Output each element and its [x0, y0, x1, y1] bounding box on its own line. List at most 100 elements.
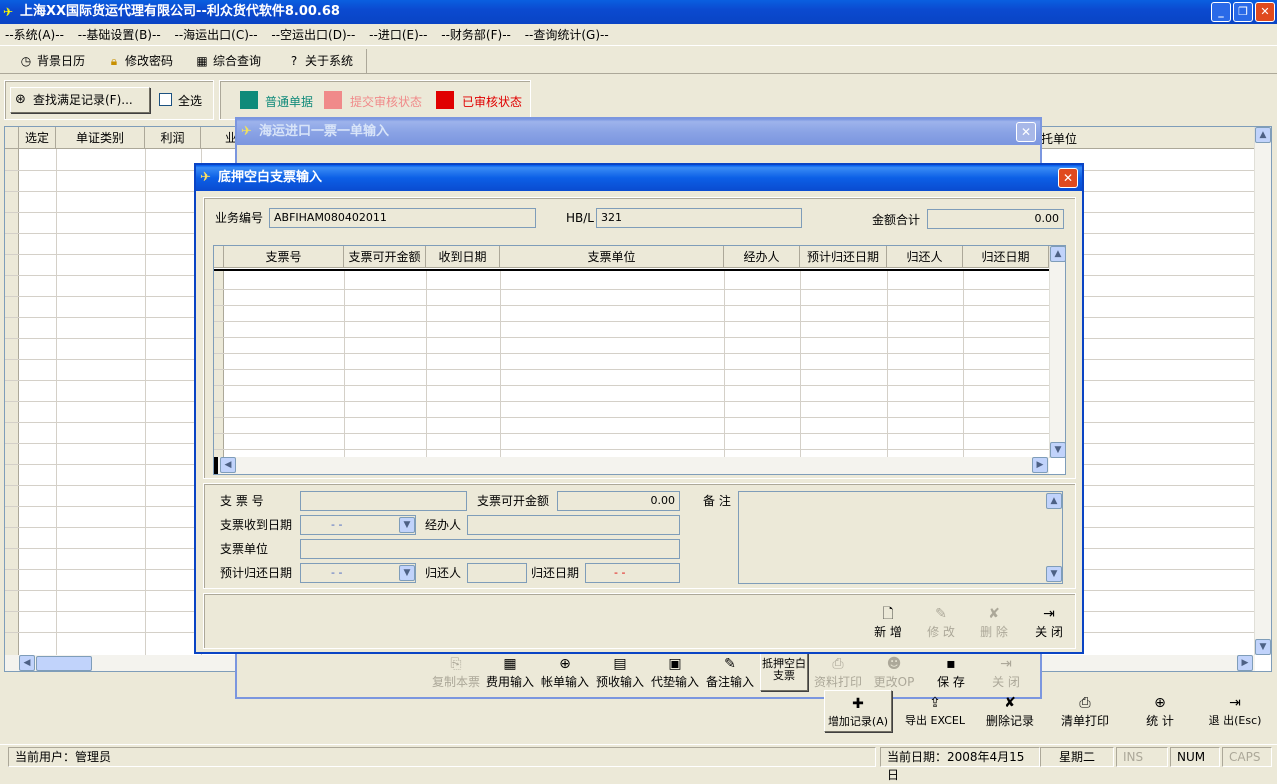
scroll-left-icon[interactable]: ◀	[220, 457, 236, 473]
new-button[interactable]: 🗋︎ 新 增	[864, 605, 912, 640]
about-button[interactable]: ? 关于系统	[286, 50, 353, 72]
returner-input[interactable]	[467, 563, 527, 583]
col-cheque-unit[interactable]: 支票单位	[500, 246, 724, 268]
legend-normal-swatch	[240, 91, 258, 109]
handler-label: 经办人	[425, 518, 462, 532]
menu-sea-export[interactable]: --海运出口(C)--	[169, 24, 262, 46]
advance-input-button[interactable]: ▣ 代垫输入	[648, 655, 702, 690]
scroll-down-icon[interactable]: ▼	[1046, 566, 1062, 582]
edit-icon: ✎	[935, 606, 947, 622]
scroll-right-icon[interactable]: ▶	[1237, 655, 1253, 671]
dialog-close-button[interactable]: ⇥ 关 闭	[1025, 605, 1073, 640]
cheque-grid-hscroll[interactable]: ◀ ▶	[214, 457, 1049, 474]
list-print-button[interactable]: ⎙ 清单打印	[1055, 694, 1115, 729]
scroll-up-icon[interactable]: ▲	[1050, 246, 1065, 262]
delete-button[interactable]: ✘ 删 除	[970, 605, 1018, 640]
status-num: NUM	[1170, 747, 1220, 767]
menu-import[interactable]: --进口(E)--	[364, 24, 432, 46]
remark-input-button[interactable]: ✎ 备注输入	[703, 655, 757, 690]
menu-query-stats[interactable]: --查询统计(G)--	[520, 24, 614, 46]
add-record-button[interactable]: ✚ 增加记录(A)	[824, 690, 892, 732]
fee-input-button[interactable]: ▦ 费用输入	[483, 655, 537, 690]
chevron-down-icon[interactable]: ▼	[399, 517, 415, 533]
col-recv-date[interactable]: 收到日期	[426, 246, 500, 268]
edit-button[interactable]: ✎ 修 改	[917, 605, 965, 640]
export-excel-button[interactable]: ⇪ 导出 EXCEL	[900, 694, 970, 728]
clock-icon: ◷	[20, 54, 32, 68]
cheque-grid[interactable]: 支票号 支票可开金额 收到日期 支票单位 经办人 预计归还日期 归还人 归还日期…	[213, 245, 1066, 475]
cheque-no-input[interactable]	[300, 491, 467, 511]
select-all-checkbox[interactable]	[159, 93, 172, 106]
scroll-down-icon[interactable]: ▼	[1255, 639, 1271, 655]
chevron-down-icon[interactable]: ▼	[399, 565, 415, 581]
col-cheque-no[interactable]: 支票号	[224, 246, 344, 268]
col-selected[interactable]: 选定	[19, 127, 56, 149]
status-user: 当前用户：管理员	[8, 747, 876, 767]
scroll-right-icon[interactable]: ▶	[1032, 457, 1048, 473]
scroll-up-icon[interactable]: ▲	[1255, 127, 1271, 143]
toolbar: ◷ 背景日历 🔒︎ 修改密码 ▦ 综合查询 ? 关于系统	[0, 47, 1277, 74]
col-handler[interactable]: 经办人	[724, 246, 800, 268]
hscroll-thumb[interactable]	[36, 656, 92, 671]
main-grid-vscroll[interactable]: ▲ ▼	[1254, 127, 1271, 655]
save-button[interactable]: ▪ 保 存	[924, 655, 978, 690]
password-label: 修改密码	[125, 54, 174, 68]
return-date-input[interactable]: - -	[585, 563, 680, 583]
data-print-button[interactable]: ⎙ 资料打印	[811, 655, 865, 690]
return-date-label: 归还日期	[531, 566, 580, 580]
prepaid-input-button[interactable]: ▤ 预收输入	[593, 655, 647, 690]
printer-icon: ⎙	[832, 656, 844, 672]
blank-cheque-button[interactable]: 抵押空白支票	[760, 653, 808, 691]
mid-close-button[interactable]: ⇥ 关 闭	[979, 655, 1033, 690]
cheque-amount-input[interactable]: 0.00	[557, 491, 680, 511]
menu-finance[interactable]: --财务部(F)--	[436, 24, 516, 46]
handler-input[interactable]	[467, 515, 680, 535]
about-label: 关于系统	[305, 54, 354, 68]
scroll-up-icon[interactable]: ▲	[1046, 493, 1062, 509]
dialog-close-icon[interactable]: ✕	[1058, 168, 1078, 188]
close-button[interactable]: ✕	[1255, 2, 1275, 22]
grid-icon: ▦	[503, 656, 517, 672]
delete-record-button[interactable]: ✘ 删除记录	[980, 694, 1040, 729]
statistics-button[interactable]: ⊕ 统 计	[1130, 694, 1190, 729]
col-return-date[interactable]: 归还日期	[963, 246, 1049, 268]
cheque-amount-label: 支票可开金额	[477, 494, 550, 508]
general-query-button[interactable]: ▦ 综合查询	[194, 50, 261, 72]
menu-basic-settings[interactable]: --基础设置(B)--	[73, 24, 166, 46]
col-consignor: 托单位	[1041, 132, 1078, 146]
hbl-field[interactable]: 321	[596, 208, 802, 228]
dialog-app-icon: ✈	[241, 124, 252, 139]
change-op-button[interactable]: ☻ 更改OP	[867, 655, 921, 690]
cheque-unit-input[interactable]	[300, 539, 680, 559]
bill-input-button[interactable]: ⊕ 帐单输入	[538, 655, 592, 690]
exit-button[interactable]: ⇥ 退 出(Esc)	[1200, 694, 1270, 728]
lock-icon: 🔒︎	[110, 54, 118, 68]
scroll-left-icon[interactable]: ◀	[19, 655, 35, 671]
copy-icon: ⎘	[450, 656, 462, 672]
menu-system[interactable]: --系统(A)--	[0, 24, 69, 46]
calendar-button[interactable]: ◷ 背景日历	[18, 50, 85, 72]
col-profit[interactable]: 利润	[145, 127, 201, 149]
col-returner[interactable]: 归还人	[887, 246, 963, 268]
cheque-grid-vscroll[interactable]: ▲ ▼	[1049, 246, 1065, 458]
minimize-button[interactable]: _	[1211, 2, 1231, 22]
remark-textarea[interactable]: ▲ ▼	[738, 491, 1063, 584]
new-doc-icon: 🗋︎	[882, 606, 894, 622]
exit-door-icon: ⇥	[1229, 695, 1241, 711]
plan-return-date-label: 预计归还日期	[220, 566, 293, 580]
remark-label: 备 注	[703, 494, 731, 508]
find-records-button[interactable]: ⊛ 查找满足记录(F)...	[10, 87, 150, 113]
dialog-app-icon: ✈	[200, 170, 211, 185]
exit-door-icon: ⇥	[1043, 606, 1055, 622]
copy-ticket-button[interactable]: ⎘ 复制本票	[429, 655, 483, 690]
change-password-button[interactable]: 🔒︎ 修改密码	[106, 50, 173, 72]
scroll-down-icon[interactable]: ▼	[1050, 442, 1065, 458]
menu-air-export[interactable]: --空运出口(D)--	[266, 24, 360, 46]
biz-no-field[interactable]: ABFIHAM080402011	[269, 208, 536, 228]
doc-icon: ▣	[668, 656, 682, 672]
restore-button[interactable]: ❐	[1233, 2, 1253, 22]
col-doc-type[interactable]: 单证类别	[56, 127, 145, 149]
col-cheque-amount[interactable]: 支票可开金额	[344, 246, 426, 268]
col-plan-return-date[interactable]: 预计归还日期	[800, 246, 887, 268]
sea-import-close-icon[interactable]: ✕	[1016, 122, 1036, 142]
